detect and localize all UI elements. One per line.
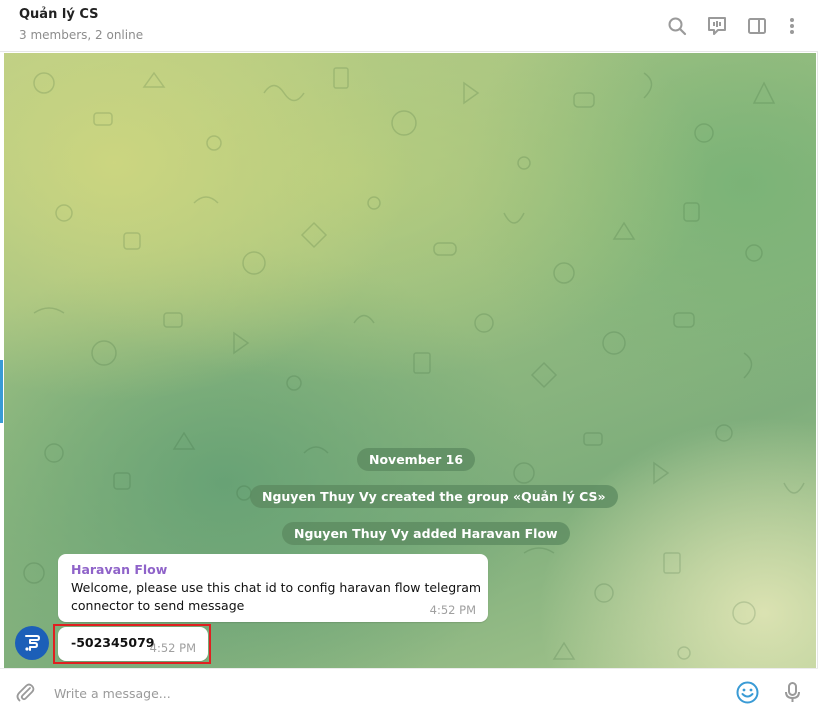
more-vertical-icon[interactable] bbox=[780, 14, 804, 38]
date-separator: November 16 bbox=[357, 448, 476, 471]
message-sender-name[interactable]: Haravan Flow bbox=[71, 562, 167, 577]
sidebar-toggle-icon[interactable] bbox=[745, 14, 769, 38]
search-icon[interactable] bbox=[665, 14, 689, 38]
haravan-flow-avatar[interactable] bbox=[15, 626, 49, 660]
left-edge-accent bbox=[0, 360, 3, 423]
chat-title[interactable]: Quản lý CS bbox=[19, 7, 98, 22]
chat-header: Quản lý CS 3 members, 2 online bbox=[0, 0, 818, 52]
message-text-line2: connector to send message bbox=[71, 598, 245, 613]
paperclip-icon[interactable] bbox=[14, 681, 38, 705]
microphone-icon[interactable] bbox=[780, 680, 805, 705]
discussion-icon[interactable] bbox=[705, 14, 729, 38]
message-input[interactable] bbox=[54, 683, 694, 703]
message-timestamp: 4:52 PM bbox=[429, 603, 476, 617]
service-message-group-created: Nguyen Thuy Vy created the group «Quản l… bbox=[250, 485, 618, 508]
haravan-flow-logo-icon bbox=[25, 635, 40, 651]
message-composer bbox=[0, 668, 818, 715]
message-text-line1: Welcome, please use this chat id to conf… bbox=[71, 580, 482, 595]
telegram-chat-window: Quản lý CS 3 members, 2 online November … bbox=[0, 0, 818, 715]
service-message-member-added: Nguyen Thuy Vy added Haravan Flow bbox=[282, 522, 570, 545]
chat-id-highlight-box bbox=[53, 624, 211, 664]
emoji-icon[interactable] bbox=[735, 680, 760, 705]
chat-members-status: 3 members, 2 online bbox=[19, 28, 144, 42]
message-bubble-welcome[interactable]: Haravan Flow Welcome, please use this ch… bbox=[58, 554, 488, 622]
